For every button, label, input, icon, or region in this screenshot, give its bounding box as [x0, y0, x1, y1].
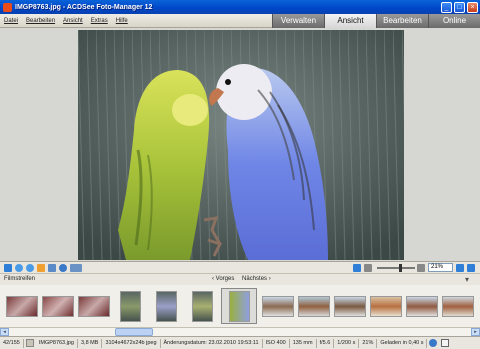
status-shutter: 1/200 s — [334, 338, 360, 348]
filmstrip-label: Filmstreifen — [4, 276, 36, 282]
viewer-toolbar: 21% — [0, 261, 480, 273]
file-icon — [25, 339, 34, 347]
tab-ansicht[interactable]: Ansicht — [324, 13, 376, 28]
thumbnail[interactable] — [112, 288, 148, 324]
zoom-select[interactable]: 21% — [428, 263, 453, 272]
zoom-slider-thumb[interactable] — [399, 263, 402, 272]
fullscreen-icon[interactable] — [456, 263, 464, 272]
filmstrip-header: Filmstreifen ‹ Vorges Nächstes › ▾ — [0, 273, 480, 285]
thumbnail[interactable] — [184, 288, 220, 324]
status-modified: Änderungsdatum: 23.02.2010 19:53:11 — [161, 338, 263, 348]
menu-ansicht[interactable]: Ansicht — [59, 18, 87, 24]
zoom-slider[interactable] — [377, 263, 415, 272]
previous-link[interactable]: ‹ Vorges — [212, 276, 234, 282]
thumbnail[interactable] — [296, 288, 332, 324]
screen-icon[interactable] — [48, 263, 56, 272]
status-zoom: 21% — [359, 338, 378, 348]
status-iso: ISO 400 — [263, 338, 290, 348]
maximize-button[interactable]: □ — [454, 1, 465, 13]
main-photo — [78, 30, 404, 260]
collapse-icon[interactable]: ▾ — [465, 275, 469, 284]
fit-icon[interactable] — [353, 263, 361, 272]
info-status-icon[interactable] — [429, 339, 438, 347]
status-filesize: 3,8 MB — [78, 338, 103, 348]
tools-icon[interactable] — [70, 263, 82, 272]
menu-bar: Datei Bearbeiten Ansicht Extras Hilfe Ve… — [0, 13, 480, 28]
thumbnail[interactable] — [440, 288, 476, 324]
thumbnail[interactable] — [4, 288, 40, 324]
back-icon[interactable] — [4, 263, 12, 272]
status-loaded: Geladen in 0,40 s — [377, 338, 428, 348]
image-viewer[interactable] — [0, 28, 480, 262]
title-bar: IMGP8763.jpg - ACDSee Foto-Manager 12 _ … — [0, 0, 480, 14]
thumbnail[interactable] — [148, 288, 184, 324]
scroll-right-arrow[interactable]: ▸ — [471, 328, 480, 336]
info-icon[interactable] — [467, 263, 475, 272]
thumbnail[interactable] — [76, 288, 112, 324]
app-icon — [3, 2, 12, 12]
rotate-left-icon[interactable] — [15, 263, 23, 272]
thumbnail[interactable] — [40, 288, 76, 324]
scroll-thumb[interactable] — [115, 328, 153, 336]
filmstrip-nav: ‹ Vorges Nächstes › — [212, 276, 277, 282]
filmstrip-scrollbar[interactable]: ◂ ▸ — [0, 327, 480, 336]
close-button[interactable]: × — [467, 1, 478, 13]
zoom-out-icon[interactable] — [364, 263, 372, 272]
thumbnail-selected[interactable] — [221, 288, 257, 324]
rotate-right-icon[interactable] — [26, 263, 34, 272]
zoom-in-icon[interactable] — [417, 263, 425, 272]
thumbnail[interactable] — [332, 288, 368, 324]
thumbnail[interactable] — [368, 288, 404, 324]
tab-online[interactable]: Online — [428, 13, 480, 28]
thumbnail[interactable] — [404, 288, 440, 324]
menu-hilfe[interactable]: Hilfe — [112, 18, 132, 24]
filmstrip — [0, 285, 480, 327]
status-focal: 135 mm — [290, 338, 317, 348]
menu-bearbeiten[interactable]: Bearbeiten — [22, 18, 59, 24]
menu-extras[interactable]: Extras — [87, 18, 112, 24]
tab-bearbeiten[interactable]: Bearbeiten — [376, 13, 428, 28]
status-bar: 42/155 IMGP8763.jpg 3,8 MB 3104x4672x24b… — [0, 336, 480, 349]
status-aperture: f/5.6 — [317, 338, 335, 348]
minimize-button[interactable]: _ — [441, 1, 452, 13]
status-index: 42/155 — [0, 338, 24, 348]
menu-datei[interactable]: Datei — [0, 18, 22, 24]
status-filename: IMGP8763.jpg — [36, 338, 78, 348]
hand-icon[interactable] — [37, 263, 45, 272]
budgies-photo — [78, 30, 404, 260]
thumbnail[interactable] — [260, 288, 296, 324]
zoom-controls: 21% — [353, 263, 478, 272]
tab-verwalten[interactable]: Verwalten — [272, 13, 324, 28]
status-dimensions: 3104x4672x24b jpeg — [102, 338, 161, 348]
panel-icon[interactable] — [441, 339, 450, 347]
next-link[interactable]: Nächstes › — [242, 276, 271, 282]
window-title: IMGP8763.jpg - ACDSee Foto-Manager 12 — [15, 3, 153, 11]
scroll-left-arrow[interactable]: ◂ — [0, 328, 9, 336]
zoom-icon[interactable] — [59, 263, 67, 272]
